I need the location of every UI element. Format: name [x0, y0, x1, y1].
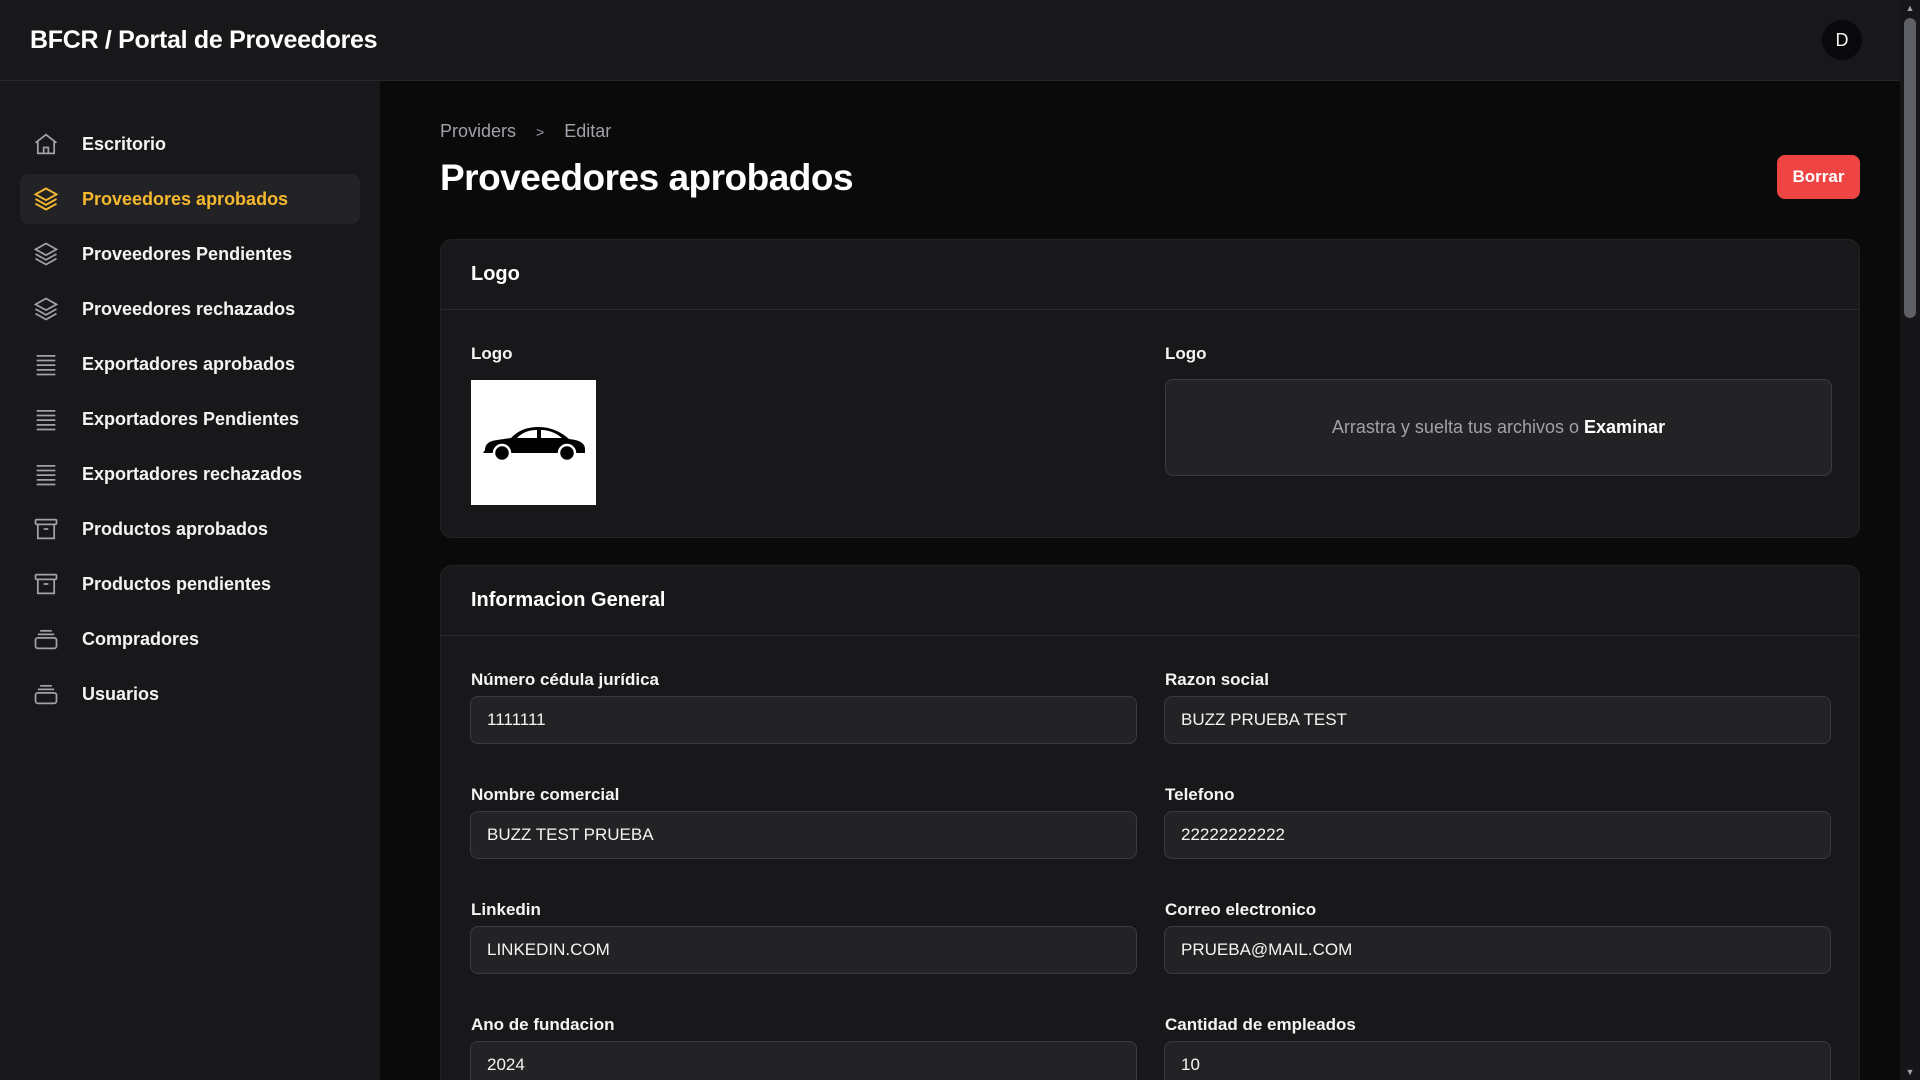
top-bar: BFCR / Portal de Proveedores D: [0, 0, 1900, 81]
sidebar-item-exportadores-aprobados[interactable]: Exportadores aprobados: [20, 339, 360, 389]
breadcrumb-providers-link[interactable]: Providers: [440, 121, 516, 142]
layers-icon: [32, 295, 60, 323]
cantidad-empleados-field[interactable]: 10: [1164, 1041, 1831, 1080]
sidebar-item-productos-aprobados[interactable]: Productos aprobados: [20, 504, 360, 554]
telefono-field[interactable]: 22222222222: [1164, 811, 1831, 859]
logo-upload-label: Logo: [1165, 344, 1207, 363]
sidebar-item-productos-pendientes[interactable]: Productos pendientes: [20, 559, 360, 609]
delete-button[interactable]: Borrar: [1777, 155, 1860, 199]
user-avatar[interactable]: D: [1822, 20, 1862, 60]
chevron-right-icon: >: [536, 123, 545, 140]
sidebar-item-proveedores-pendientes[interactable]: Proveedores Pendientes: [20, 229, 360, 279]
nombre-comercial-field[interactable]: BUZZ TEST PRUEBA: [470, 811, 1137, 859]
list-icon: [32, 405, 60, 433]
archive-icon: [32, 570, 60, 598]
breadcrumb: Providers > Editar: [440, 121, 611, 142]
sidebar-item-proveedores-aprobados[interactable]: Proveedores aprobados: [20, 174, 360, 224]
list-icon: [32, 460, 60, 488]
cantidad-empleados-label: Cantidad de empleados: [1165, 1015, 1356, 1034]
sidebar: Escritorio Proveedores aprobados Proveed…: [0, 81, 380, 1080]
dropzone-text: Arrastra y suelta tus archivos o: [1331, 417, 1580, 437]
correo-label: Correo electronico: [1165, 900, 1317, 919]
scroll-down-arrow-icon[interactable]: ▼: [1900, 1064, 1920, 1080]
page-title: Proveedores aprobados: [440, 157, 854, 198]
cedula-label: Número cédula jurídica: [471, 670, 659, 689]
sidebar-item-proveedores-rechazados[interactable]: Proveedores rechazados: [20, 284, 360, 334]
archive-icon: [32, 515, 60, 543]
sidebar-item-label: Exportadores rechazados: [82, 463, 303, 484]
logo-dropzone[interactable]: Arrastra y suelta tus archivos o Examina…: [1165, 379, 1832, 476]
sidebar-item-escritorio[interactable]: Escritorio: [20, 119, 360, 169]
layers-icon: [32, 185, 60, 213]
linkedin-field[interactable]: LINKEDIN.COM: [470, 926, 1137, 974]
sidebar-item-label: Exportadores aprobados: [82, 353, 296, 374]
ano-fundacion-label: Ano de fundacion: [471, 1015, 615, 1034]
logo-card: Logo Logo Logo Arrastra y suelta tus arc…: [440, 239, 1860, 538]
telefono-label: Telefono: [1165, 785, 1235, 804]
scroll-up-arrow-icon[interactable]: ▲: [1900, 0, 1920, 16]
razon-social-label: Razon social: [1165, 670, 1269, 689]
sidebar-item-label: Productos pendientes: [82, 573, 272, 594]
nombre-comercial-label: Nombre comercial: [471, 785, 620, 804]
linkedin-label: Linkedin: [471, 900, 541, 919]
cedula-field[interactable]: 1111111: [470, 696, 1137, 744]
app-title[interactable]: BFCR / Portal de Proveedores: [30, 26, 378, 55]
sidebar-item-label: Escritorio: [82, 133, 167, 154]
main-content: Providers > Editar Proveedores aprobados…: [440, 81, 1860, 1080]
browse-link[interactable]: Examinar: [1584, 417, 1665, 438]
general-info-card: Informacion General Número cédula jurídi…: [440, 565, 1860, 1080]
sidebar-item-label: Productos aprobados: [82, 518, 269, 539]
logo-current-label: Logo: [471, 344, 513, 363]
sidebar-item-label: Usuarios: [82, 683, 160, 704]
sidebar-item-usuarios[interactable]: Usuarios: [20, 669, 360, 719]
sidebar-item-label: Proveedores rechazados: [82, 298, 296, 319]
stack-icon: [32, 625, 60, 653]
home-icon: [32, 130, 60, 158]
logo-card-title: Logo: [441, 240, 1859, 310]
page-scrollbar[interactable]: ▲ ▼: [1900, 0, 1920, 1080]
scrollbar-thumb[interactable]: [1904, 18, 1916, 318]
sidebar-item-label: Proveedores aprobados: [82, 188, 289, 209]
stack-icon: [32, 680, 60, 708]
sidebar-item-exportadores-rechazados[interactable]: Exportadores rechazados: [20, 449, 360, 499]
list-icon: [32, 350, 60, 378]
sidebar-item-compradores[interactable]: Compradores: [20, 614, 360, 664]
sidebar-item-label: Exportadores Pendientes: [82, 408, 300, 429]
sidebar-item-label: Compradores: [82, 628, 200, 649]
razon-social-field[interactable]: BUZZ PRUEBA TEST: [1164, 696, 1831, 744]
logo-preview: [471, 380, 596, 505]
correo-field[interactable]: PRUEBA@MAIL.COM: [1164, 926, 1831, 974]
layers-icon: [32, 240, 60, 268]
sidebar-item-exportadores-pendientes[interactable]: Exportadores Pendientes: [20, 394, 360, 444]
car-icon: [479, 416, 589, 469]
ano-fundacion-field[interactable]: 2024: [470, 1041, 1137, 1080]
general-info-title: Informacion General: [441, 566, 1859, 636]
breadcrumb-current: Editar: [564, 121, 612, 141]
sidebar-item-label: Proveedores Pendientes: [82, 243, 293, 264]
